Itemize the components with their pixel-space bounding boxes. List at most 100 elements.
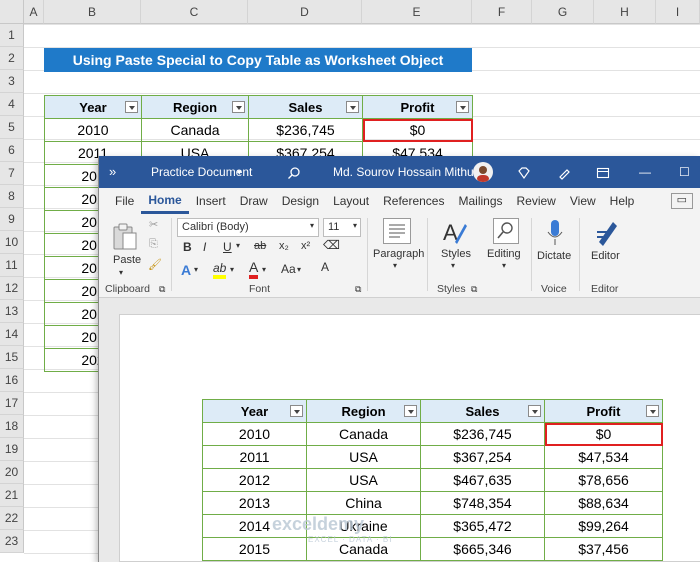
row-header[interactable]: 21: [0, 484, 24, 507]
dialog-launcher-icon[interactable]: ⧉: [355, 284, 361, 295]
tab-references[interactable]: References: [376, 188, 451, 214]
editing-button[interactable]: Editing: [487, 248, 521, 260]
chevron-down-icon[interactable]: ▾: [236, 241, 240, 250]
row-header[interactable]: 8: [0, 185, 24, 208]
row-header[interactable]: 16: [0, 369, 24, 392]
chevron-down-icon[interactable]: ▾: [230, 265, 234, 274]
tab-design[interactable]: Design: [275, 188, 326, 214]
chevron-down-icon[interactable]: ▾: [393, 261, 397, 270]
expand-quick-access-icon[interactable]: »: [109, 156, 116, 188]
chevron-down-icon[interactable]: ▾: [310, 221, 314, 230]
filter-dropdown-icon[interactable]: [528, 405, 541, 417]
filter-dropdown-icon[interactable]: [646, 405, 659, 417]
subscript-button[interactable]: x₂: [279, 240, 289, 252]
row-header[interactable]: 9: [0, 208, 24, 231]
tab-draw[interactable]: Draw: [233, 188, 275, 214]
comments-icon[interactable]: ▭: [670, 193, 693, 209]
col-header[interactable]: C: [141, 0, 248, 24]
filter-dropdown-icon[interactable]: [404, 405, 417, 417]
tab-view[interactable]: View: [563, 188, 603, 214]
diamond-icon[interactable]: [517, 156, 531, 188]
row-header[interactable]: 14: [0, 323, 24, 346]
row-header[interactable]: 7: [0, 162, 24, 185]
row-header[interactable]: 20: [0, 461, 24, 484]
row-header[interactable]: 1: [0, 24, 24, 47]
copy-icon[interactable]: ⎘: [149, 238, 158, 251]
row-header[interactable]: 2: [0, 47, 24, 70]
user-name[interactable]: Md. Sourov Hossain Mithun: [333, 156, 480, 188]
cell[interactable]: Canada: [141, 118, 249, 142]
bold-button[interactable]: B: [183, 240, 192, 254]
paragraph-icon[interactable]: [383, 218, 411, 244]
avatar[interactable]: [473, 162, 493, 182]
filter-dropdown-icon[interactable]: [456, 101, 469, 113]
change-case-button[interactable]: Aa: [281, 262, 296, 276]
col-header[interactable]: H: [594, 0, 656, 24]
paragraph-button[interactable]: Paragraph: [373, 248, 424, 260]
font-grow-icon[interactable]: A: [321, 260, 329, 274]
col-header[interactable]: D: [248, 0, 362, 24]
tab-review[interactable]: Review: [510, 188, 563, 214]
select-all-corner[interactable]: [0, 0, 24, 24]
tab-insert[interactable]: Insert: [189, 188, 233, 214]
dialog-launcher-icon[interactable]: ⧉: [471, 284, 477, 295]
tab-file[interactable]: File: [99, 188, 141, 214]
col-header[interactable]: B: [44, 0, 141, 24]
italic-button[interactable]: I: [203, 240, 206, 254]
tab-help[interactable]: Help: [603, 188, 642, 214]
row-header[interactable]: 5: [0, 116, 24, 139]
chevron-down-icon[interactable]: ▾: [297, 265, 301, 274]
filter-dropdown-icon[interactable]: [290, 405, 303, 417]
cut-icon[interactable]: ✂: [149, 218, 158, 231]
search-icon[interactable]: [287, 156, 301, 188]
editor-icon[interactable]: [593, 218, 621, 251]
row-header[interactable]: 22: [0, 507, 24, 530]
row-header[interactable]: 13: [0, 300, 24, 323]
chevron-down-icon[interactable]: ▾: [262, 265, 266, 274]
row-header[interactable]: 4: [0, 93, 24, 116]
chevron-down-icon[interactable]: ▾: [119, 268, 123, 277]
col-header[interactable]: G: [532, 0, 594, 24]
row-header[interactable]: 6: [0, 139, 24, 162]
chevron-down-icon[interactable]: ▾: [451, 261, 455, 270]
highlight-button[interactable]: ab: [213, 262, 227, 279]
strikethrough-button[interactable]: ab: [254, 240, 266, 252]
editor-button[interactable]: Editor: [591, 250, 620, 262]
tab-home[interactable]: Home: [141, 188, 189, 214]
row-header[interactable]: 11: [0, 254, 24, 277]
paste-button[interactable]: Paste: [113, 254, 141, 266]
row-header[interactable]: 18: [0, 415, 24, 438]
cell[interactable]: $236,745: [248, 118, 363, 142]
chevron-down-icon[interactable]: ▾: [194, 265, 198, 274]
dialog-launcher-icon[interactable]: ⧉: [159, 284, 165, 295]
row-header[interactable]: 10: [0, 231, 24, 254]
filter-dropdown-icon[interactable]: [346, 101, 359, 113]
tab-layout[interactable]: Layout: [326, 188, 376, 214]
tab-mailings[interactable]: Mailings: [451, 188, 509, 214]
chevron-down-icon[interactable]: ▾: [502, 261, 506, 270]
row-header[interactable]: 19: [0, 438, 24, 461]
eraser-icon[interactable]: ⌫: [323, 238, 340, 252]
maximize-icon[interactable]: ☐: [679, 156, 690, 188]
underline-button[interactable]: U: [223, 240, 232, 254]
paste-icon[interactable]: [111, 222, 139, 255]
chevron-down-icon[interactable]: ▾: [353, 221, 357, 230]
row-header[interactable]: 3: [0, 70, 24, 93]
col-header[interactable]: F: [472, 0, 532, 24]
styles-icon[interactable]: A: [441, 218, 469, 249]
font-name-box[interactable]: Calibri (Body) ▾: [177, 218, 319, 237]
dictate-button[interactable]: Dictate: [537, 250, 571, 262]
row-header[interactable]: 23: [0, 530, 24, 553]
col-header[interactable]: E: [362, 0, 472, 24]
row-header[interactable]: 15: [0, 346, 24, 369]
filter-dropdown-icon[interactable]: [125, 101, 138, 113]
ribbon-display-icon[interactable]: [596, 156, 610, 188]
minimize-icon[interactable]: —: [639, 156, 651, 188]
font-color-button[interactable]: A: [249, 260, 259, 279]
pen-icon[interactable]: [557, 156, 571, 188]
highlighted-cell[interactable]: $0: [362, 118, 473, 142]
cell[interactable]: 2010: [44, 118, 142, 142]
editing-icon[interactable]: [493, 218, 519, 244]
text-effects-button[interactable]: A: [181, 262, 191, 278]
styles-button[interactable]: Styles: [441, 248, 471, 260]
